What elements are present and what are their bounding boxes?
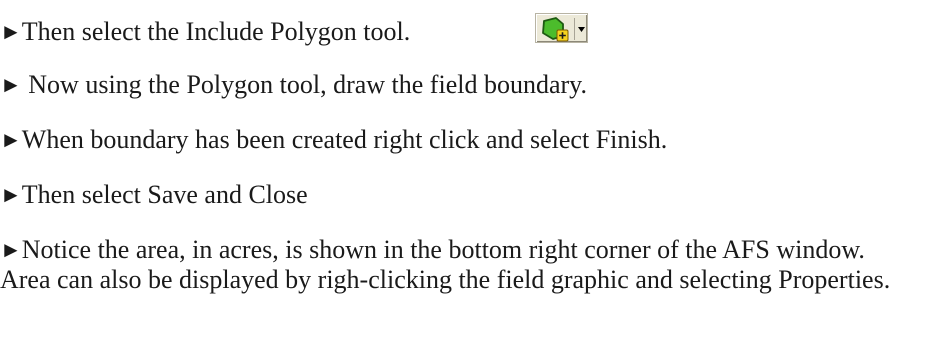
instruction-text: When boundary has been created right cli… <box>21 125 668 154</box>
instruction-document: ►Then select the Include Polygon tool. ►… <box>0 0 935 337</box>
instruction-step-4: ►Then select Save and Close <box>0 180 308 210</box>
instruction-text: Then select Save and Close <box>21 180 308 209</box>
bullet-arrow-icon: ► <box>0 19 22 44</box>
bullet-arrow-icon: ► <box>0 182 22 207</box>
bullet-arrow-icon: ► <box>0 237 22 262</box>
instruction-step-2: ► Now using the Polygon tool, draw the f… <box>0 70 587 100</box>
include-polygon-tool-icon <box>542 17 585 42</box>
instruction-text: Notice the area, in acres, is shown in t… <box>0 235 891 294</box>
include-polygon-tool-button[interactable] <box>535 13 588 43</box>
instruction-step-3: ►When boundary has been created right cl… <box>0 125 667 155</box>
instruction-step-1: ►Then select the Include Polygon tool. <box>0 17 410 47</box>
instruction-step-5: ►Notice the area, in acres, is shown in … <box>0 235 910 295</box>
instruction-text: Now using the Polygon tool, draw the fie… <box>21 70 587 99</box>
instruction-text: Then select the Include Polygon tool. <box>21 17 411 46</box>
bullet-arrow-icon: ► <box>0 127 22 152</box>
chevron-down-icon <box>578 27 585 32</box>
bullet-arrow-icon: ► <box>0 72 22 97</box>
